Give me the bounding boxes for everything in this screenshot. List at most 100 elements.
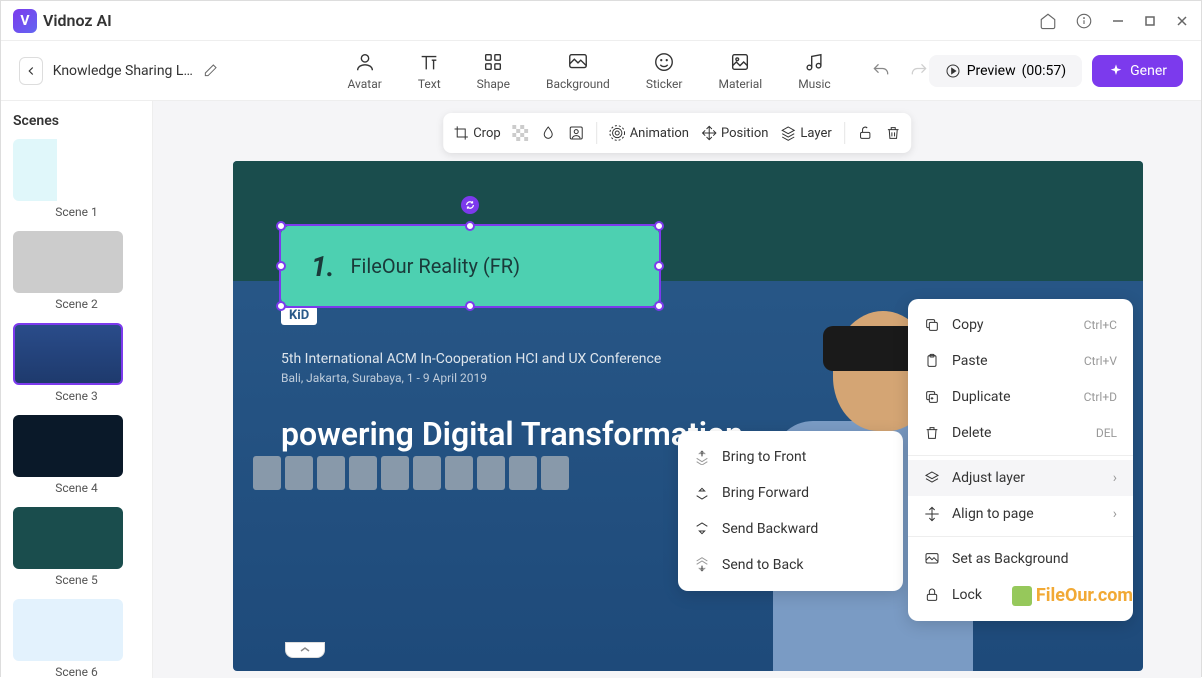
position-label: Position	[721, 126, 768, 141]
watermark: FileOur.com	[1012, 585, 1133, 606]
menu-label: Duplicate	[952, 389, 1011, 405]
resize-handle[interactable]	[276, 221, 286, 231]
generate-label: Gener	[1130, 63, 1167, 79]
tool-material[interactable]: Material	[718, 51, 762, 91]
tool-shape[interactable]: Shape	[477, 51, 510, 91]
tool-sticker-label: Sticker	[646, 77, 683, 91]
menu-set-background[interactable]: Set as Background	[908, 541, 1133, 577]
canvas-toolbar: Crop Animation Position Layer	[443, 113, 911, 153]
resize-handle[interactable]	[654, 301, 664, 311]
scene-label: Scene 2	[13, 297, 140, 311]
tool-text[interactable]: Text	[418, 51, 441, 91]
element-number: 1.	[311, 250, 334, 283]
menu-align-page[interactable]: Align to page›	[908, 496, 1133, 532]
edit-name-icon[interactable]	[202, 63, 218, 79]
animation-button[interactable]: Animation	[610, 125, 689, 141]
redo-button[interactable]	[909, 61, 929, 81]
menu-label: Bring to Front	[722, 449, 806, 465]
info-icon[interactable]	[1075, 12, 1093, 30]
tool-background[interactable]: Background	[546, 51, 610, 91]
minimize-icon[interactable]	[1111, 14, 1125, 28]
back-button[interactable]	[19, 57, 43, 85]
tool-background-label: Background	[546, 77, 610, 91]
tool-sticker[interactable]: Sticker	[646, 51, 683, 91]
scene-item-1[interactable]: Scene 1	[13, 139, 140, 219]
resize-handle[interactable]	[276, 261, 286, 271]
resize-handle[interactable]	[276, 301, 286, 311]
tool-music[interactable]: Music	[798, 51, 830, 91]
crop-label: Crop	[473, 126, 500, 141]
faces-row	[253, 456, 569, 490]
scene-item-5[interactable]: Scene 5	[13, 507, 140, 587]
menu-bring-forward[interactable]: Bring Forward	[678, 475, 903, 511]
app-logo[interactable]: V Vidnoz AI	[13, 9, 112, 33]
preview-label: Preview	[967, 63, 1016, 79]
scene-item-3[interactable]: Scene 3	[13, 323, 140, 403]
rotate-handle[interactable]	[461, 196, 479, 214]
animation-label: Animation	[630, 126, 689, 141]
generate-button[interactable]: Gener	[1092, 55, 1183, 87]
scene-label: Scene 3	[13, 389, 140, 403]
transparency-button[interactable]	[513, 125, 529, 141]
layer-submenu: Bring to Front Bring Forward Send Backwa…	[678, 431, 903, 591]
app-name: Vidnoz AI	[43, 11, 112, 30]
logo-icon: V	[13, 9, 37, 33]
position-button[interactable]: Position	[701, 125, 768, 141]
menu-label: Send to Back	[722, 557, 804, 573]
selected-element[interactable]: 1. FileOur Reality (FR)	[281, 226, 659, 306]
layer-button[interactable]: Layer	[780, 125, 831, 141]
menu-shortcut: Ctrl+C	[1084, 318, 1117, 332]
menu-label: Delete	[952, 425, 991, 441]
tool-text-label: Text	[418, 77, 441, 91]
scene-item-6[interactable]: Scene 6	[13, 599, 140, 678]
menu-send-to-back[interactable]: Send to Back	[678, 547, 903, 583]
scene-item-4[interactable]: Scene 4	[13, 415, 140, 495]
delete-button[interactable]	[885, 125, 901, 141]
menu-send-backward[interactable]: Send Backward	[678, 511, 903, 547]
menu-label: Adjust layer	[952, 470, 1025, 486]
undo-button[interactable]	[871, 61, 891, 81]
resize-handle[interactable]	[465, 301, 475, 311]
preview-time: (00:57)	[1022, 63, 1067, 79]
tool-avatar[interactable]: Avatar	[348, 51, 382, 91]
titlebar: V Vidnoz AI	[1, 1, 1201, 41]
blur-button[interactable]	[541, 125, 557, 141]
menu-copy[interactable]: Copy Ctrl+C	[908, 307, 1133, 343]
menu-delete[interactable]: Delete DEL	[908, 415, 1133, 451]
maximize-icon[interactable]	[1143, 14, 1157, 28]
scene-label: Scene 1	[13, 205, 140, 219]
sidebar-collapse-handle[interactable]	[285, 642, 325, 658]
menu-duplicate[interactable]: Duplicate Ctrl+D	[908, 379, 1133, 415]
tool-avatar-label: Avatar	[348, 77, 382, 91]
tool-material-label: Material	[718, 77, 762, 91]
menu-label: Copy	[952, 317, 984, 333]
menu-adjust-layer[interactable]: Adjust layer›	[908, 460, 1133, 496]
close-icon[interactable]	[1175, 14, 1189, 28]
menu-bring-to-front[interactable]: Bring to Front	[678, 439, 903, 475]
scenes-title: Scenes	[13, 113, 140, 129]
scene-label: Scene 4	[13, 481, 140, 495]
context-menu: Copy Ctrl+C PasteCtrl+V Duplicate Ctrl+D D…	[908, 299, 1133, 621]
preview-button[interactable]: Preview (00:57)	[929, 55, 1082, 87]
resize-handle[interactable]	[465, 221, 475, 231]
canvas-area: Crop Animation Position Layer KiD 5th In…	[153, 101, 1201, 678]
avatar-frame-button[interactable]	[569, 125, 585, 141]
menu-shortcut: Ctrl+V	[1084, 354, 1117, 368]
unlock-button[interactable]	[857, 125, 873, 141]
tool-music-label: Music	[798, 77, 830, 91]
scene-item-2[interactable]: Scene 2	[13, 231, 140, 311]
tool-shape-label: Shape	[477, 77, 510, 91]
main: Scenes Scene 1 Scene 2 Scene 3 Scene 4 S…	[1, 101, 1201, 678]
canvas[interactable]: KiD 5th International ACM In-Cooperation…	[233, 161, 1143, 671]
resize-handle[interactable]	[654, 221, 664, 231]
menu-paste[interactable]: PasteCtrl+V	[908, 343, 1133, 379]
menu-shortcut: DEL	[1096, 426, 1117, 440]
menu-label: Align to page	[952, 506, 1034, 522]
crop-button[interactable]: Crop	[453, 125, 500, 141]
menu-shortcut: Ctrl+D	[1084, 390, 1117, 404]
resize-handle[interactable]	[654, 261, 664, 271]
home-icon[interactable]	[1039, 12, 1057, 30]
watermark-text: FileOur.com	[1036, 585, 1133, 606]
watermark-icon	[1012, 586, 1032, 606]
layer-label: Layer	[800, 126, 831, 141]
